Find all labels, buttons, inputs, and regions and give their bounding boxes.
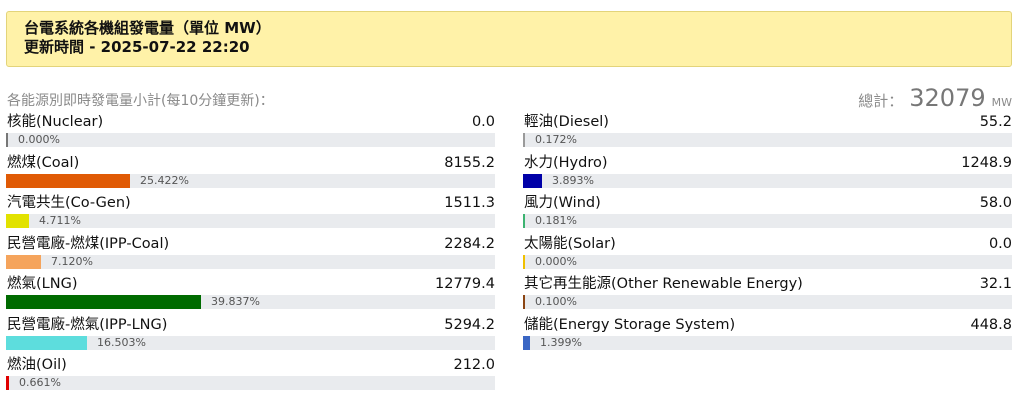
total-unit: MW bbox=[991, 96, 1012, 109]
total-label: 總計： bbox=[858, 92, 904, 110]
source-name: 燃煤(Coal) bbox=[7, 154, 80, 171]
progress-bar: 7.120% bbox=[6, 254, 495, 269]
progress-fill bbox=[6, 335, 87, 350]
source-row: 其它再生能源(Other Renewable Energy) 32.1 0.100% bbox=[523, 275, 1012, 316]
percent-label: 0.661% bbox=[19, 376, 61, 389]
progress-fill bbox=[523, 133, 525, 147]
progress-fill bbox=[6, 214, 29, 228]
percent-label: 39.837% bbox=[211, 295, 260, 308]
left-source-list: 核能(Nuclear) 0.0 0.000% 燃煤(Coal) 8155.2 25.422… bbox=[6, 113, 495, 397]
source-row: 太陽能(Solar) 0.0 0.000% bbox=[523, 235, 1012, 276]
percent-label: 1.399% bbox=[540, 335, 582, 349]
source-row: 風力(Wind) 58.0 0.181% bbox=[523, 194, 1012, 235]
progress-fill bbox=[6, 376, 9, 390]
progress-bar: 1.399% bbox=[523, 335, 1012, 350]
source-value: 58.0 bbox=[979, 195, 1012, 211]
percent-label: 0.000% bbox=[18, 133, 60, 146]
progress-bar: 25.422% bbox=[6, 173, 495, 188]
percent-label: 7.120% bbox=[51, 254, 93, 268]
progress-bar: 0.100% bbox=[523, 295, 1012, 309]
source-value: 1248.9 bbox=[961, 154, 1012, 171]
progress-bar: 0.172% bbox=[523, 133, 1012, 147]
percent-label: 0.000% bbox=[535, 254, 577, 268]
source-row: 燃氣(LNG) 12779.4 39.837% bbox=[6, 275, 495, 316]
progress-bar: 0.000% bbox=[6, 133, 495, 147]
percent-label: 25.422% bbox=[140, 173, 189, 187]
progress-fill bbox=[6, 173, 130, 188]
percent-label: 0.172% bbox=[535, 133, 577, 146]
source-value: 0.0 bbox=[988, 235, 1012, 252]
total-value: 32079 bbox=[909, 84, 986, 112]
source-value: 8155.2 bbox=[444, 154, 495, 171]
progress-fill bbox=[523, 295, 525, 309]
source-row: 核能(Nuclear) 0.0 0.000% bbox=[6, 113, 495, 154]
source-value: 0.0 bbox=[471, 114, 495, 130]
source-name: 民營電廠-燃煤(IPP-Coal) bbox=[7, 235, 170, 252]
source-name: 儲能(Energy Storage System) bbox=[524, 316, 736, 333]
source-name: 核能(Nuclear) bbox=[7, 114, 104, 130]
progress-bar: 39.837% bbox=[6, 295, 495, 309]
source-row: 燃煤(Coal) 8155.2 25.422% bbox=[6, 154, 495, 195]
percent-label: 0.100% bbox=[535, 295, 577, 308]
source-name: 民營電廠-燃氣(IPP-LNG) bbox=[7, 316, 168, 333]
source-name: 汽電共生(Co-Gen) bbox=[7, 195, 131, 211]
source-row: 民營電廠-燃煤(IPP-Coal) 2284.2 7.120% bbox=[6, 235, 495, 276]
progress-bar: 3.893% bbox=[523, 173, 1012, 188]
source-value: 212.0 bbox=[453, 357, 495, 373]
progress-bar: 16.503% bbox=[6, 335, 495, 350]
update-time: 更新時間 - 2025-07-22 22:20 bbox=[24, 38, 250, 56]
source-name: 燃油(Oil) bbox=[7, 357, 67, 373]
section-subtitle: 各能源別即時發電量小計(每10分鐘更新)： bbox=[7, 93, 274, 109]
progress-fill bbox=[523, 173, 542, 188]
source-name: 水力(Hydro) bbox=[524, 154, 608, 171]
source-row: 儲能(Energy Storage System) 448.8 1.399% bbox=[523, 316, 1012, 357]
progress-fill bbox=[6, 133, 8, 147]
header-box: 台電系統各機組發電量（單位 MW） 更新時間 - 2025-07-22 22:2… bbox=[6, 11, 1012, 67]
total-summary: 總計： 32079 MW bbox=[858, 84, 1012, 112]
source-row: 汽電共生(Co-Gen) 1511.3 4.711% bbox=[6, 194, 495, 235]
source-row: 燃油(Oil) 212.0 0.661% bbox=[6, 356, 495, 397]
source-value: 32.1 bbox=[979, 276, 1012, 292]
progress-fill bbox=[523, 214, 525, 228]
source-name: 太陽能(Solar) bbox=[524, 235, 616, 252]
source-name: 燃氣(LNG) bbox=[7, 276, 78, 292]
progress-fill bbox=[6, 295, 201, 309]
progress-fill bbox=[523, 254, 525, 269]
source-name: 其它再生能源(Other Renewable Energy) bbox=[524, 276, 803, 292]
source-value: 448.8 bbox=[970, 316, 1012, 333]
page-title: 台電系統各機組發電量（單位 MW） bbox=[24, 19, 271, 37]
source-name: 風力(Wind) bbox=[524, 195, 601, 211]
percent-label: 16.503% bbox=[97, 335, 146, 349]
progress-bar: 0.000% bbox=[523, 254, 1012, 269]
source-row: 輕油(Diesel) 55.2 0.172% bbox=[523, 113, 1012, 154]
source-row: 民營電廠-燃氣(IPP-LNG) 5294.2 16.503% bbox=[6, 316, 495, 357]
percent-label: 0.181% bbox=[535, 214, 577, 227]
source-value: 55.2 bbox=[979, 114, 1012, 130]
percent-label: 3.893% bbox=[552, 173, 594, 187]
progress-bar: 0.661% bbox=[6, 376, 495, 390]
source-value: 12779.4 bbox=[435, 276, 495, 292]
percent-label: 4.711% bbox=[39, 214, 81, 227]
source-row: 水力(Hydro) 1248.9 3.893% bbox=[523, 154, 1012, 195]
source-value: 5294.2 bbox=[444, 316, 495, 333]
progress-fill bbox=[523, 335, 530, 350]
source-value: 1511.3 bbox=[444, 195, 495, 211]
right-source-list: 輕油(Diesel) 55.2 0.172% 水力(Hydro) 1248.9 3.893… bbox=[523, 113, 1012, 356]
source-value: 2284.2 bbox=[444, 235, 495, 252]
source-name: 輕油(Diesel) bbox=[524, 114, 609, 130]
progress-bar: 0.181% bbox=[523, 214, 1012, 228]
progress-bar: 4.711% bbox=[6, 214, 495, 228]
progress-fill bbox=[6, 254, 41, 269]
